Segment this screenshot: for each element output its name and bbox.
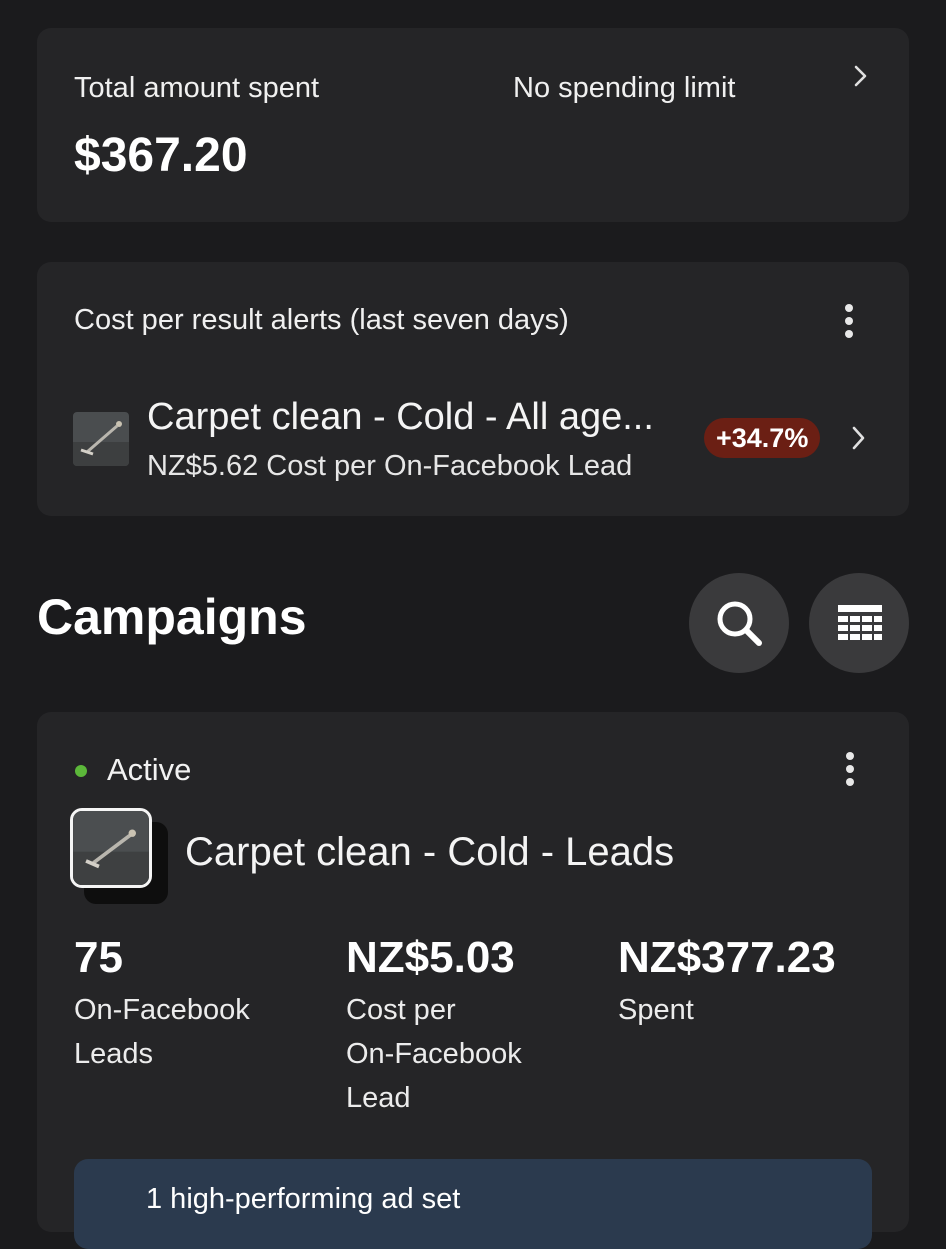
more-options-icon[interactable] — [844, 304, 854, 338]
chevron-right-icon[interactable] — [851, 64, 871, 88]
carpet-image — [70, 808, 152, 888]
status-label: Active — [107, 752, 192, 787]
alert-campaign-name: Carpet clean - Cold - All age... — [147, 396, 654, 438]
high-performing-banner[interactable]: 1 high-performing ad set — [74, 1159, 872, 1249]
spend-card[interactable]: Total amount spent $367.20 No spending l… — [37, 28, 909, 222]
campaign-name: Carpet clean - Cold - Leads — [185, 830, 675, 874]
search-button[interactable] — [689, 573, 789, 673]
change-badge: +34.7% — [704, 418, 821, 458]
table-icon — [838, 605, 882, 640]
status-dot — [75, 765, 87, 777]
campaign-card[interactable]: Active Carpet clean - Cold - Leads 75 On… — [37, 712, 909, 1249]
search-icon — [717, 601, 762, 646]
metric-spent: NZ$377.23 Spent — [618, 932, 858, 1032]
cost-per-lead-label: Cost per On-Facebook Lead — [346, 994, 522, 1114]
more-options-icon[interactable] — [845, 752, 855, 786]
metric-cost-per-lead: NZ$5.03 Cost per On-Facebook Lead — [346, 932, 586, 1120]
campaigns-heading: Campaigns — [37, 589, 307, 645]
chevron-right-icon[interactable] — [849, 425, 869, 451]
cost-alerts-card: Cost per result alerts (last seven days)… — [37, 262, 909, 516]
spent-value: NZ$377.23 — [618, 933, 836, 982]
table-view-button[interactable] — [809, 573, 909, 673]
spent-label: Spent — [618, 994, 694, 1026]
total-spent-amount: $367.20 — [74, 129, 248, 182]
alerts-title: Cost per result alerts (last seven days) — [74, 304, 569, 336]
alert-campaign-cost: NZ$5.62 Cost per On-Facebook Lead — [147, 450, 633, 482]
spending-limit-label: No spending limit — [513, 72, 736, 104]
metric-leads: 75 On-Facebook Leads — [74, 932, 314, 1076]
leads-value: 75 — [74, 933, 123, 982]
campaign-thumbnail — [73, 412, 129, 466]
leads-label: On-Facebook Leads — [74, 994, 250, 1070]
campaign-thumbnail — [70, 808, 168, 904]
cost-per-lead-value: NZ$5.03 — [346, 933, 515, 982]
total-spent-label: Total amount spent — [74, 72, 320, 104]
